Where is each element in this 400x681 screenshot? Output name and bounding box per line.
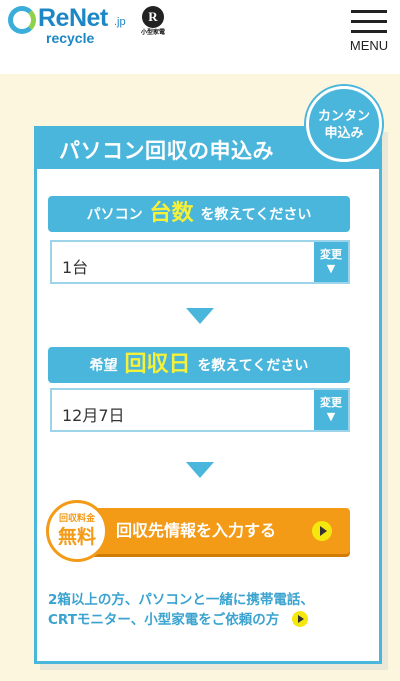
change-label: 変更	[320, 248, 342, 261]
date-change-button[interactable]: 変更 ▼	[314, 390, 348, 430]
arrow-down-icon	[186, 308, 214, 324]
date-heading: 希望 回収日 を教えてください	[48, 347, 350, 383]
certification-mark-icon: R	[142, 6, 164, 28]
cta-label: 回収先情報を入力する	[116, 521, 277, 540]
quantity-heading-suffix: を教えてください	[200, 207, 312, 223]
easy-badge-line2: 申込み	[324, 126, 364, 141]
menu-button[interactable]: MENU	[348, 8, 390, 54]
quantity-heading-prefix: パソコン	[86, 207, 143, 223]
quantity-heading-highlight: 台数	[149, 201, 194, 226]
logo-text: ReNet	[38, 4, 108, 32]
quantity-select[interactable]: 1台 変更 ▼	[50, 240, 350, 284]
hamburger-icon	[351, 30, 387, 33]
quantity-value: 1台	[62, 258, 89, 277]
multiple-items-link[interactable]: 2箱以上の方、パソコンと一緒に携帯電話、 CRTモニター、小型家電をご依頼の方	[48, 590, 348, 630]
menu-label: MENU	[349, 38, 389, 53]
logo-sub: recycle	[46, 30, 95, 46]
card-title: パソコン回収の申込み	[59, 139, 274, 163]
date-heading-highlight: 回収日	[124, 352, 191, 377]
play-arrow-icon	[291, 611, 308, 627]
date-heading-suffix: を教えてください	[197, 358, 309, 374]
hamburger-icon	[351, 10, 387, 13]
chevron-down-icon: ▼	[326, 410, 336, 423]
arrow-down-icon	[186, 462, 214, 478]
date-heading-prefix: 希望	[89, 358, 118, 374]
renet-logo[interactable]: ReNet .jp recycle	[8, 2, 126, 48]
footer-link-line1: 2箱以上の方、パソコンと一緒に携帯電話、	[48, 592, 314, 608]
chevron-down-icon: ▼	[326, 262, 336, 275]
play-arrow-icon	[312, 521, 332, 541]
free-badge-big: 無料	[57, 526, 96, 548]
hamburger-icon	[351, 20, 387, 23]
free-badge: 回収料金 無料	[46, 500, 108, 562]
site-header: ReNet .jp recycle R 小型家電 MENU	[0, 0, 400, 74]
date-value: 12月7日	[62, 406, 125, 425]
recycle-ring-icon	[8, 6, 36, 34]
certification-badge: R 小型家電	[135, 6, 171, 42]
quantity-change-button[interactable]: 変更 ▼	[314, 242, 348, 282]
change-label: 変更	[320, 396, 342, 409]
footer-link-line2: CRTモニター、小型家電をご依頼の方	[48, 612, 280, 628]
logo-suffix: .jp	[114, 16, 126, 28]
free-badge-small: 回収料金	[58, 514, 95, 524]
quantity-heading: パソコン 台数 を教えてください	[48, 196, 350, 232]
badge-caption: 小型家電	[140, 29, 165, 36]
easy-badge-line1: カンタン	[317, 109, 370, 124]
easy-application-badge: カンタン 申込み	[306, 86, 382, 162]
date-select[interactable]: 12月7日 変更 ▼	[50, 388, 350, 432]
